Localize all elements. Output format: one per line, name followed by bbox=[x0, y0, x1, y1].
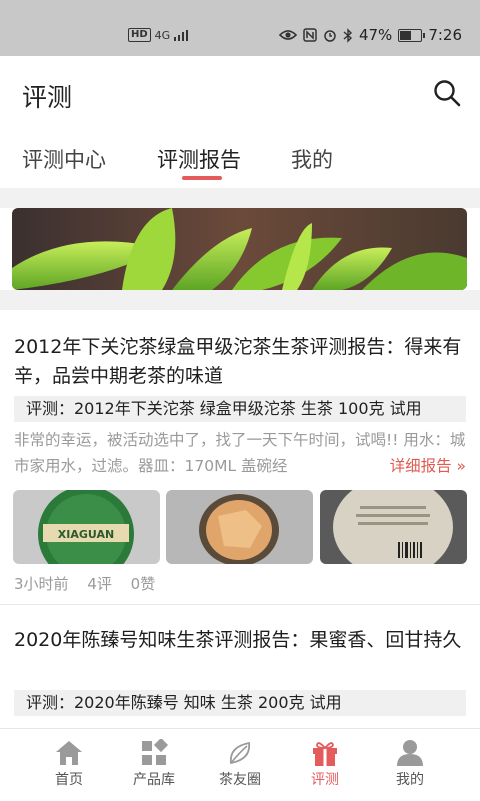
bottom-nav: 首页 产品库 茶友圈 评测 我的 bbox=[0, 728, 480, 801]
clock: 7:26 bbox=[428, 26, 462, 44]
like-count[interactable]: 0赞 bbox=[131, 575, 156, 593]
divider bbox=[0, 188, 480, 208]
signal-icon bbox=[174, 29, 189, 41]
alarm-icon bbox=[324, 30, 336, 42]
bluetooth-icon bbox=[343, 27, 352, 43]
post-thumbnail[interactable] bbox=[166, 490, 313, 564]
tea-tuo-photo bbox=[166, 490, 313, 564]
battery-percent: 47% bbox=[358, 26, 393, 44]
post-tag[interactable]: 评测：2020年陈臻号 知味 生茶 200克 试用 bbox=[14, 690, 466, 716]
tab-review-center[interactable]: 评测中心 bbox=[22, 144, 106, 174]
tab-bar: 评测中心 评测报告 我的 bbox=[0, 132, 480, 188]
detail-report-link[interactable]: 详细报告 » bbox=[385, 453, 466, 479]
tab-mine[interactable]: 我的 bbox=[291, 144, 333, 174]
battery-icon bbox=[398, 28, 426, 42]
search-icon[interactable] bbox=[432, 78, 462, 108]
nav-label: 评测 bbox=[311, 772, 339, 788]
post-title[interactable]: 2012年下关沱茶绿盒甲级沱茶生茶评测报告：得来有辛，品尝中期老茶的味道 bbox=[14, 333, 466, 391]
nav-label: 茶友圈 bbox=[219, 772, 261, 788]
active-tab-indicator bbox=[182, 176, 222, 180]
battery-level bbox=[400, 30, 411, 40]
eye-icon bbox=[278, 30, 297, 40]
nav-label: 我的 bbox=[396, 772, 424, 788]
nav-tea-circle[interactable]: 茶友圈 bbox=[197, 729, 283, 801]
divider bbox=[0, 290, 480, 310]
nfc-icon bbox=[303, 28, 317, 42]
nav-mine[interactable]: 我的 bbox=[367, 729, 453, 801]
network-type: 4G bbox=[154, 28, 171, 42]
tea-cake-photo: XIAGUAN bbox=[13, 490, 160, 564]
nav-home[interactable]: 首页 bbox=[26, 729, 112, 801]
home-icon bbox=[56, 741, 82, 765]
user-icon bbox=[397, 740, 423, 766]
gift-icon bbox=[313, 742, 337, 766]
post-time: 3小时前 bbox=[14, 575, 69, 593]
grid-icon bbox=[142, 739, 169, 765]
nav-review[interactable]: 评测 bbox=[282, 729, 368, 801]
nav-label: 首页 bbox=[55, 772, 83, 788]
divider bbox=[0, 604, 480, 605]
wrapper-photo bbox=[320, 490, 467, 564]
banner-image[interactable] bbox=[12, 208, 467, 290]
status-right: 47% 7:26 bbox=[278, 26, 462, 44]
nav-products[interactable]: 产品库 bbox=[111, 729, 197, 801]
app-bar: 评测 bbox=[0, 56, 480, 132]
status-bar: HD 4G 47% 7:26 bbox=[0, 0, 480, 56]
post-title[interactable]: 2020年陈臻号知味生茶评测报告：果蜜香、回甘持久 bbox=[14, 626, 466, 655]
post-meta: 3小时前 4评 0赞 bbox=[14, 573, 169, 594]
signal-group: HD 4G bbox=[128, 28, 189, 42]
nav-label: 产品库 bbox=[133, 772, 175, 788]
post-thumbnail[interactable] bbox=[320, 490, 467, 564]
tab-review-reports[interactable]: 评测报告 bbox=[157, 144, 241, 174]
page-title: 评测 bbox=[22, 83, 73, 112]
post-thumbnail[interactable]: XIAGUAN bbox=[13, 490, 160, 564]
tea-leaves-image bbox=[12, 208, 467, 290]
post-tag[interactable]: 评测：2012年下关沱茶 绿盒甲级沱茶 生茶 100克 试用 bbox=[14, 396, 466, 422]
thumb-label: XIAGUAN bbox=[58, 528, 114, 541]
leaf-icon bbox=[229, 741, 251, 765]
hd-icon: HD bbox=[128, 28, 151, 42]
comment-count[interactable]: 4评 bbox=[87, 575, 112, 593]
